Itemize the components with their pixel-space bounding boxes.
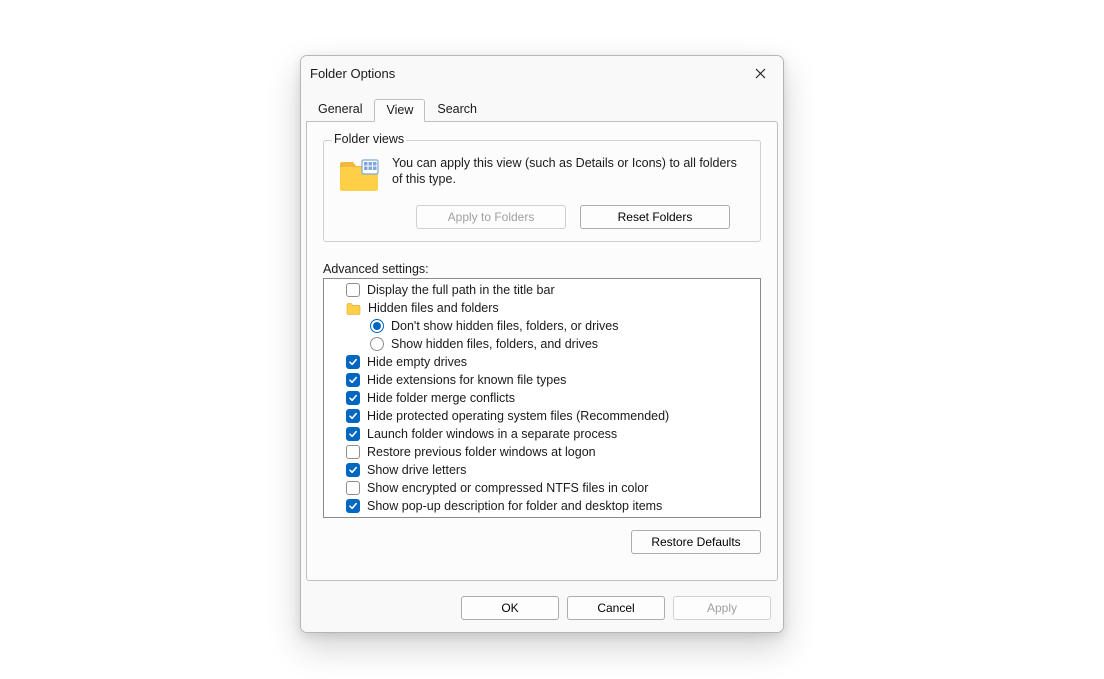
tree-item-label: Hidden files and folders	[368, 299, 499, 317]
dialog-footer: OK Cancel Apply	[301, 586, 783, 632]
tree-item[interactable]: Hidden files and folders	[324, 299, 760, 317]
tree-item[interactable]: Restore previous folder windows at logon	[324, 443, 760, 461]
advanced-settings-tree[interactable]: Display the full path in the title barHi…	[323, 278, 761, 518]
tree-item-label: Hide extensions for known file types	[367, 371, 566, 389]
folder-views-group: Folder views You can apply this view (su…	[323, 140, 761, 242]
folder-options-dialog: Folder Options General View Search Folde…	[300, 55, 784, 633]
checkbox-icon[interactable]	[346, 499, 360, 513]
tree-item-label: Show hidden files, folders, and drives	[391, 335, 598, 353]
checkbox-icon[interactable]	[346, 445, 360, 459]
checkbox-icon[interactable]	[346, 391, 360, 405]
apply-to-folders-button[interactable]: Apply to Folders	[416, 205, 566, 229]
checkbox-icon[interactable]	[346, 427, 360, 441]
radio-icon[interactable]	[370, 319, 384, 333]
restore-defaults-button[interactable]: Restore Defaults	[631, 530, 761, 554]
apply-button[interactable]: Apply	[673, 596, 771, 620]
tree-item-label: Hide folder merge conflicts	[367, 389, 515, 407]
checkbox-icon[interactable]	[346, 481, 360, 495]
reset-folders-button[interactable]: Reset Folders	[580, 205, 730, 229]
ok-button[interactable]: OK	[461, 596, 559, 620]
tree-item-label: Show encrypted or compressed NTFS files …	[367, 479, 648, 497]
tree-item-label: Show pop-up description for folder and d…	[367, 497, 662, 515]
titlebar: Folder Options	[301, 56, 783, 91]
tree-item[interactable]: Show hidden files, folders, and drives	[324, 335, 760, 353]
tree-item[interactable]: Launch folder windows in a separate proc…	[324, 425, 760, 443]
tree-item[interactable]: Don't show hidden files, folders, or dri…	[324, 317, 760, 335]
checkbox-icon[interactable]	[346, 409, 360, 423]
tree-item-label: Display the full path in the title bar	[367, 281, 555, 299]
tree-item[interactable]: Show pop-up description for folder and d…	[324, 497, 760, 515]
close-button[interactable]	[738, 56, 783, 91]
tab-bar: General View Search	[301, 91, 783, 121]
tree-item-label: Launch folder windows in a separate proc…	[367, 425, 617, 443]
tree-item-label: Restore previous folder windows at logon	[367, 443, 596, 461]
checkbox-icon[interactable]	[346, 355, 360, 369]
tree-item[interactable]: Hide empty drives	[324, 353, 760, 371]
tree-item-label: Don't show hidden files, folders, or dri…	[391, 317, 619, 335]
checkbox-icon[interactable]	[346, 373, 360, 387]
tree-item[interactable]: Hide protected operating system files (R…	[324, 407, 760, 425]
tree-item[interactable]: Display the full path in the title bar	[324, 281, 760, 299]
checkbox-icon[interactable]	[346, 463, 360, 477]
tree-item[interactable]: Hide folder merge conflicts	[324, 389, 760, 407]
close-icon	[755, 68, 766, 79]
folder-icon	[338, 157, 380, 193]
tree-item[interactable]: Show drive letters	[324, 461, 760, 479]
tab-general[interactable]: General	[306, 98, 374, 121]
checkbox-icon[interactable]	[346, 283, 360, 297]
tab-view[interactable]: View	[374, 99, 425, 122]
tree-item-label: Hide empty drives	[367, 353, 467, 371]
tree-item[interactable]: Show encrypted or compressed NTFS files …	[324, 479, 760, 497]
tree-item-label: Hide protected operating system files (R…	[367, 407, 669, 425]
tree-item-label: Show drive letters	[367, 461, 466, 479]
radio-icon[interactable]	[370, 337, 384, 351]
tree-item[interactable]: Hide extensions for known file types	[324, 371, 760, 389]
tab-panel-view: Folder views You can apply this view (su…	[306, 121, 778, 581]
dialog-title: Folder Options	[310, 66, 395, 81]
folder-views-description: You can apply this view (such as Details…	[392, 155, 748, 193]
folder-views-group-label: Folder views	[332, 132, 406, 146]
cancel-button[interactable]: Cancel	[567, 596, 665, 620]
advanced-settings-label: Advanced settings:	[323, 262, 761, 276]
tab-search[interactable]: Search	[425, 98, 489, 121]
